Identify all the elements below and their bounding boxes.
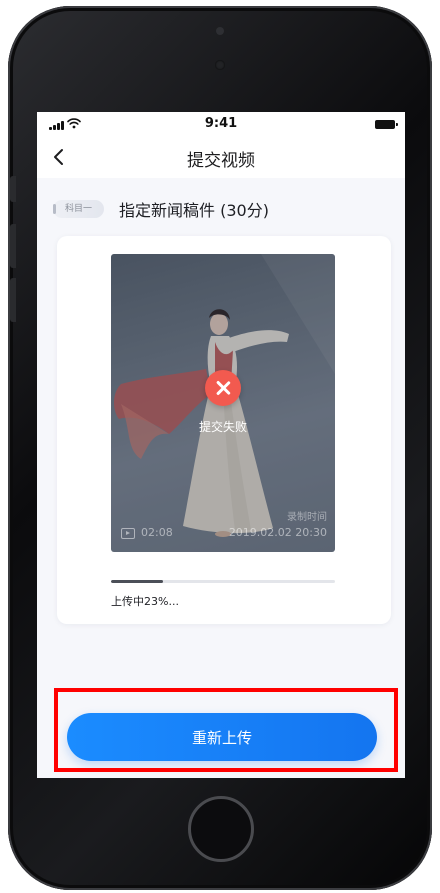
mute-switch xyxy=(10,176,16,202)
upload-progress-fill xyxy=(111,580,163,583)
video-card: 提交失败 录制时间 02:08 2019.02.02 20:30 上传中23%.… xyxy=(57,236,391,624)
volume-up-button xyxy=(10,224,16,268)
status-time: 9:41 xyxy=(204,116,238,131)
battery-icon xyxy=(375,120,398,129)
question-header: 科目一 指定新闻稿件 (30分) xyxy=(53,196,393,222)
front-camera xyxy=(216,27,224,35)
page-title: 提交视频 xyxy=(187,151,255,171)
video-thumbnail[interactable]: 提交失败 录制时间 02:08 2019.02.02 20:30 xyxy=(111,254,335,552)
upload-progress-text: 上传中23%... xyxy=(111,595,179,608)
home-button[interactable] xyxy=(188,796,254,862)
video-duration: 02:08 xyxy=(141,526,173,539)
subject-tag: 科目一 xyxy=(53,200,105,218)
status-bar: 9:41 xyxy=(37,112,405,136)
record-time-label: 录制时间 xyxy=(287,512,327,523)
screen: 9:41 提交视频 科目一 指定新闻稿件 (30分) 提交失败 录制时间 02:… xyxy=(37,112,405,778)
video-camera-icon xyxy=(121,528,135,539)
close-icon[interactable] xyxy=(205,370,241,406)
navigation-bar: 提交视频 xyxy=(37,136,405,178)
record-timestamp: 2019.02.02 20:30 xyxy=(228,526,327,539)
reupload-button[interactable]: 重新上传 xyxy=(67,713,377,761)
upload-status-text: 提交失败 xyxy=(198,420,247,434)
earpiece xyxy=(215,60,225,70)
stage: 9:41 提交视频 科目一 指定新闻稿件 (30分) 提交失败 录制时间 02:… xyxy=(0,0,440,893)
question-title: 指定新闻稿件 (30分) xyxy=(119,201,269,220)
volume-down-button xyxy=(10,278,16,322)
upload-progress-bar xyxy=(111,580,335,583)
